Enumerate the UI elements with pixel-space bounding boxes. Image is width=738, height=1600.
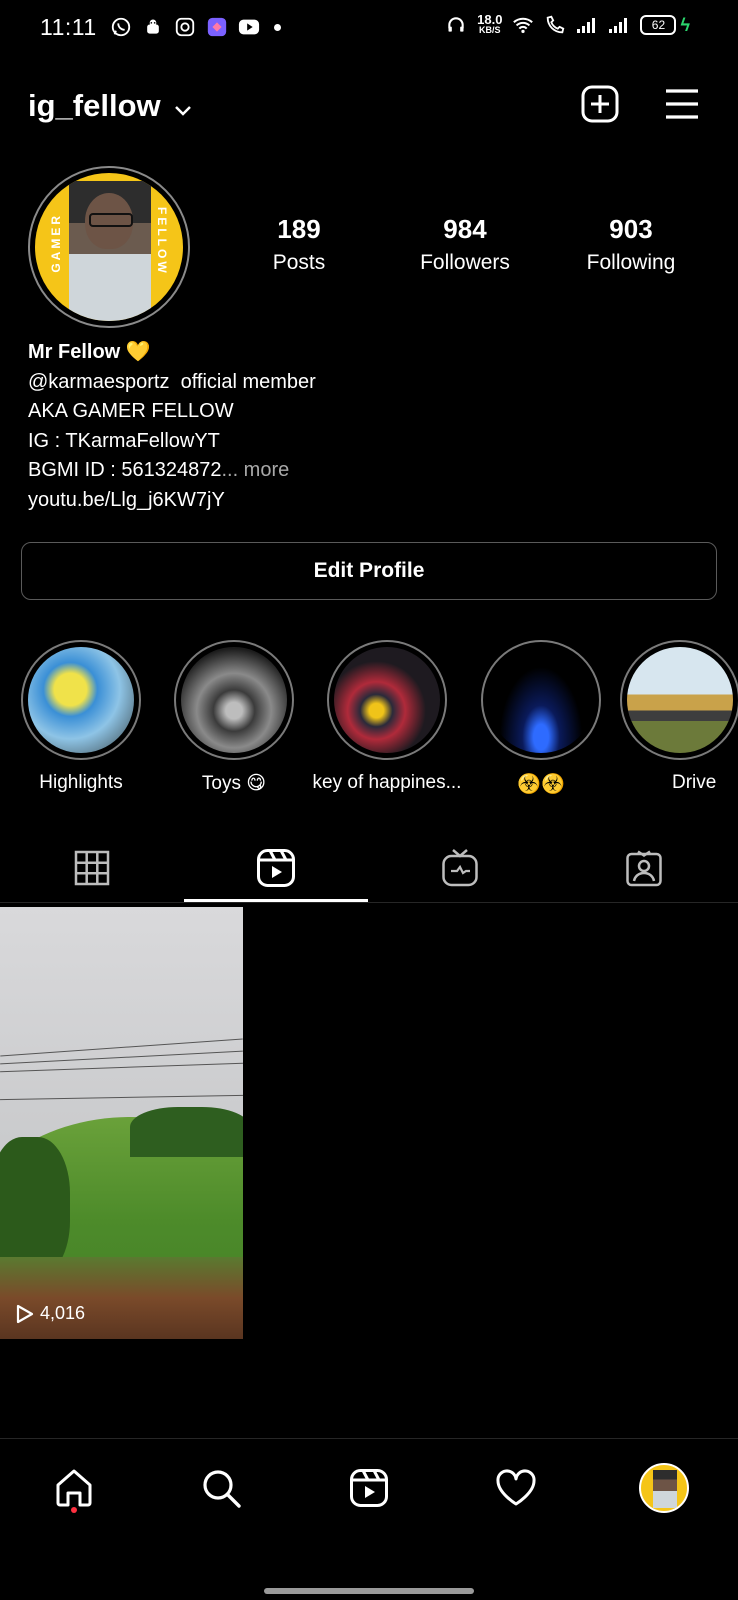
reel-views: 4,016 [16,1303,85,1324]
vowifi-call-icon [544,14,566,36]
highlight-ring [21,640,141,760]
headphones-icon [445,14,467,36]
highlight-ring [174,640,294,760]
highlight-label: key of happines... [312,772,462,793]
highlight-item[interactable]: Drive [620,640,738,794]
status-notification-icons [110,16,281,38]
nav-divider [0,1438,738,1439]
status-bar: 11:11 18.0 KB/S 62 ϟ [0,0,738,58]
avatar-image: GAMER FELLOW [35,173,183,321]
bio-line-1: @karmaesportz official member [28,368,316,398]
edit-profile-button[interactable]: Edit Profile [21,542,717,600]
nav-reels[interactable] [339,1458,399,1518]
stat-posts[interactable]: 189 Posts [224,214,374,275]
profile-avatar[interactable]: GAMER FELLOW [28,166,190,328]
heart-icon [496,1469,536,1506]
status-time: 11:11 [40,14,97,40]
reel-view-count: 4,016 [40,1303,86,1323]
following-count: 903 [609,214,653,244]
highlight-item[interactable]: ☣️☣️ [466,640,616,796]
bio-line-4: BGMI ID : 561324872... more [28,456,316,486]
highlight-item[interactable]: Highlights [6,640,156,794]
highlight-ring [481,640,601,760]
highlight-cover-image [334,647,440,753]
nav-search[interactable] [191,1458,251,1518]
display-name: Mr Fellow [28,341,121,363]
home-icon [56,1469,92,1507]
avatar-text-right: FELLOW [155,207,169,276]
menu-button[interactable] [662,84,702,124]
highlight-ring [620,640,738,760]
bio-name-line: Mr Fellow 💛 [28,338,316,368]
bio-line-4-text: BGMI ID : 561324872 [28,459,222,481]
posts-count: 189 [277,214,321,244]
tab-tagged[interactable] [552,836,736,900]
create-post-button[interactable] [580,84,620,124]
account-switcher[interactable]: ig_fellow [28,88,195,124]
more-button[interactable]: ... more [221,459,289,481]
battery-indicator: 62 [640,15,677,35]
home-gesture-bar[interactable] [264,1588,474,1594]
yellow-heart-emoji: 💛 [125,341,151,363]
network-speed: 18.0 KB/S [477,12,503,36]
reels-icon [257,849,295,887]
nav-avatar [639,1463,689,1513]
android-icon [142,16,164,38]
tabs-divider [0,902,738,903]
followers-count: 984 [443,214,487,244]
highlight-label: Toys 😋 [201,773,267,794]
nav-activity[interactable] [486,1458,546,1518]
avatar-text-left: GAMER [49,213,63,273]
highlight-label: Drive [672,772,717,793]
charging-icon: ϟ [680,14,690,35]
signal-icon-sim2 [608,14,630,36]
highlight-cover-image [28,647,134,753]
plus-square-icon [581,85,619,123]
status-system-icons: 18.0 KB/S 62 ϟ [445,12,690,36]
app-notification-icon [174,16,196,38]
highlight-item[interactable]: Toys 😋 [159,640,309,795]
highlight-ring [327,640,447,760]
wifi-icon [512,14,534,36]
profile-bio: Mr Fellow 💛 @karmaesportz official membe… [28,338,316,515]
bio-line-1-text: official member [180,370,316,393]
play-outline-icon [16,1304,34,1323]
highlight-item[interactable]: key of happines... [312,640,462,794]
igtv-icon [442,849,478,887]
highlight-cover-image [488,647,594,753]
username-title: ig_fellow [28,88,161,123]
network-speed-value: 18.0 [477,12,503,27]
bio-line-2: AKA GAMER FELLOW [28,400,234,422]
highlight-label: ☣️☣️ [517,774,565,795]
following-label: Following [586,251,676,274]
highlight-label: Highlights [39,772,123,793]
tab-posts-grid[interactable] [0,836,184,900]
shortcut-app-icon [206,16,228,38]
mention-link[interactable]: @karmaesportz [28,371,169,393]
stat-followers[interactable]: 984 Followers [390,214,540,275]
reels-icon [350,1469,388,1507]
tab-reels[interactable] [184,836,368,900]
more-notifications-dot [274,23,281,31]
chevron-down-icon [171,94,195,118]
youtube-icon [238,16,260,38]
highlight-cover-image [181,647,287,753]
notification-dot [71,1507,77,1513]
hamburger-icon [666,89,698,119]
bio-line-3: IG : TKarmaFellowYT [28,429,220,452]
bio-link[interactable]: youtu.be/Llg_j6KW7jY [28,486,316,516]
search-icon [203,1470,241,1508]
followers-label: Followers [420,251,510,274]
reel-thumbnail[interactable]: 4,016 [0,907,243,1339]
grid-icon [74,850,110,886]
nav-profile[interactable] [634,1458,694,1518]
tagged-user-icon [626,850,662,887]
whatsapp-icon [110,16,132,38]
posts-label: Posts [272,251,326,274]
tab-igtv[interactable] [368,836,552,900]
highlight-cover-image [627,647,733,753]
stat-following[interactable]: 903 Following [556,214,706,275]
network-speed-unit: KB/S [479,25,501,35]
signal-icon-sim1 [576,14,598,36]
